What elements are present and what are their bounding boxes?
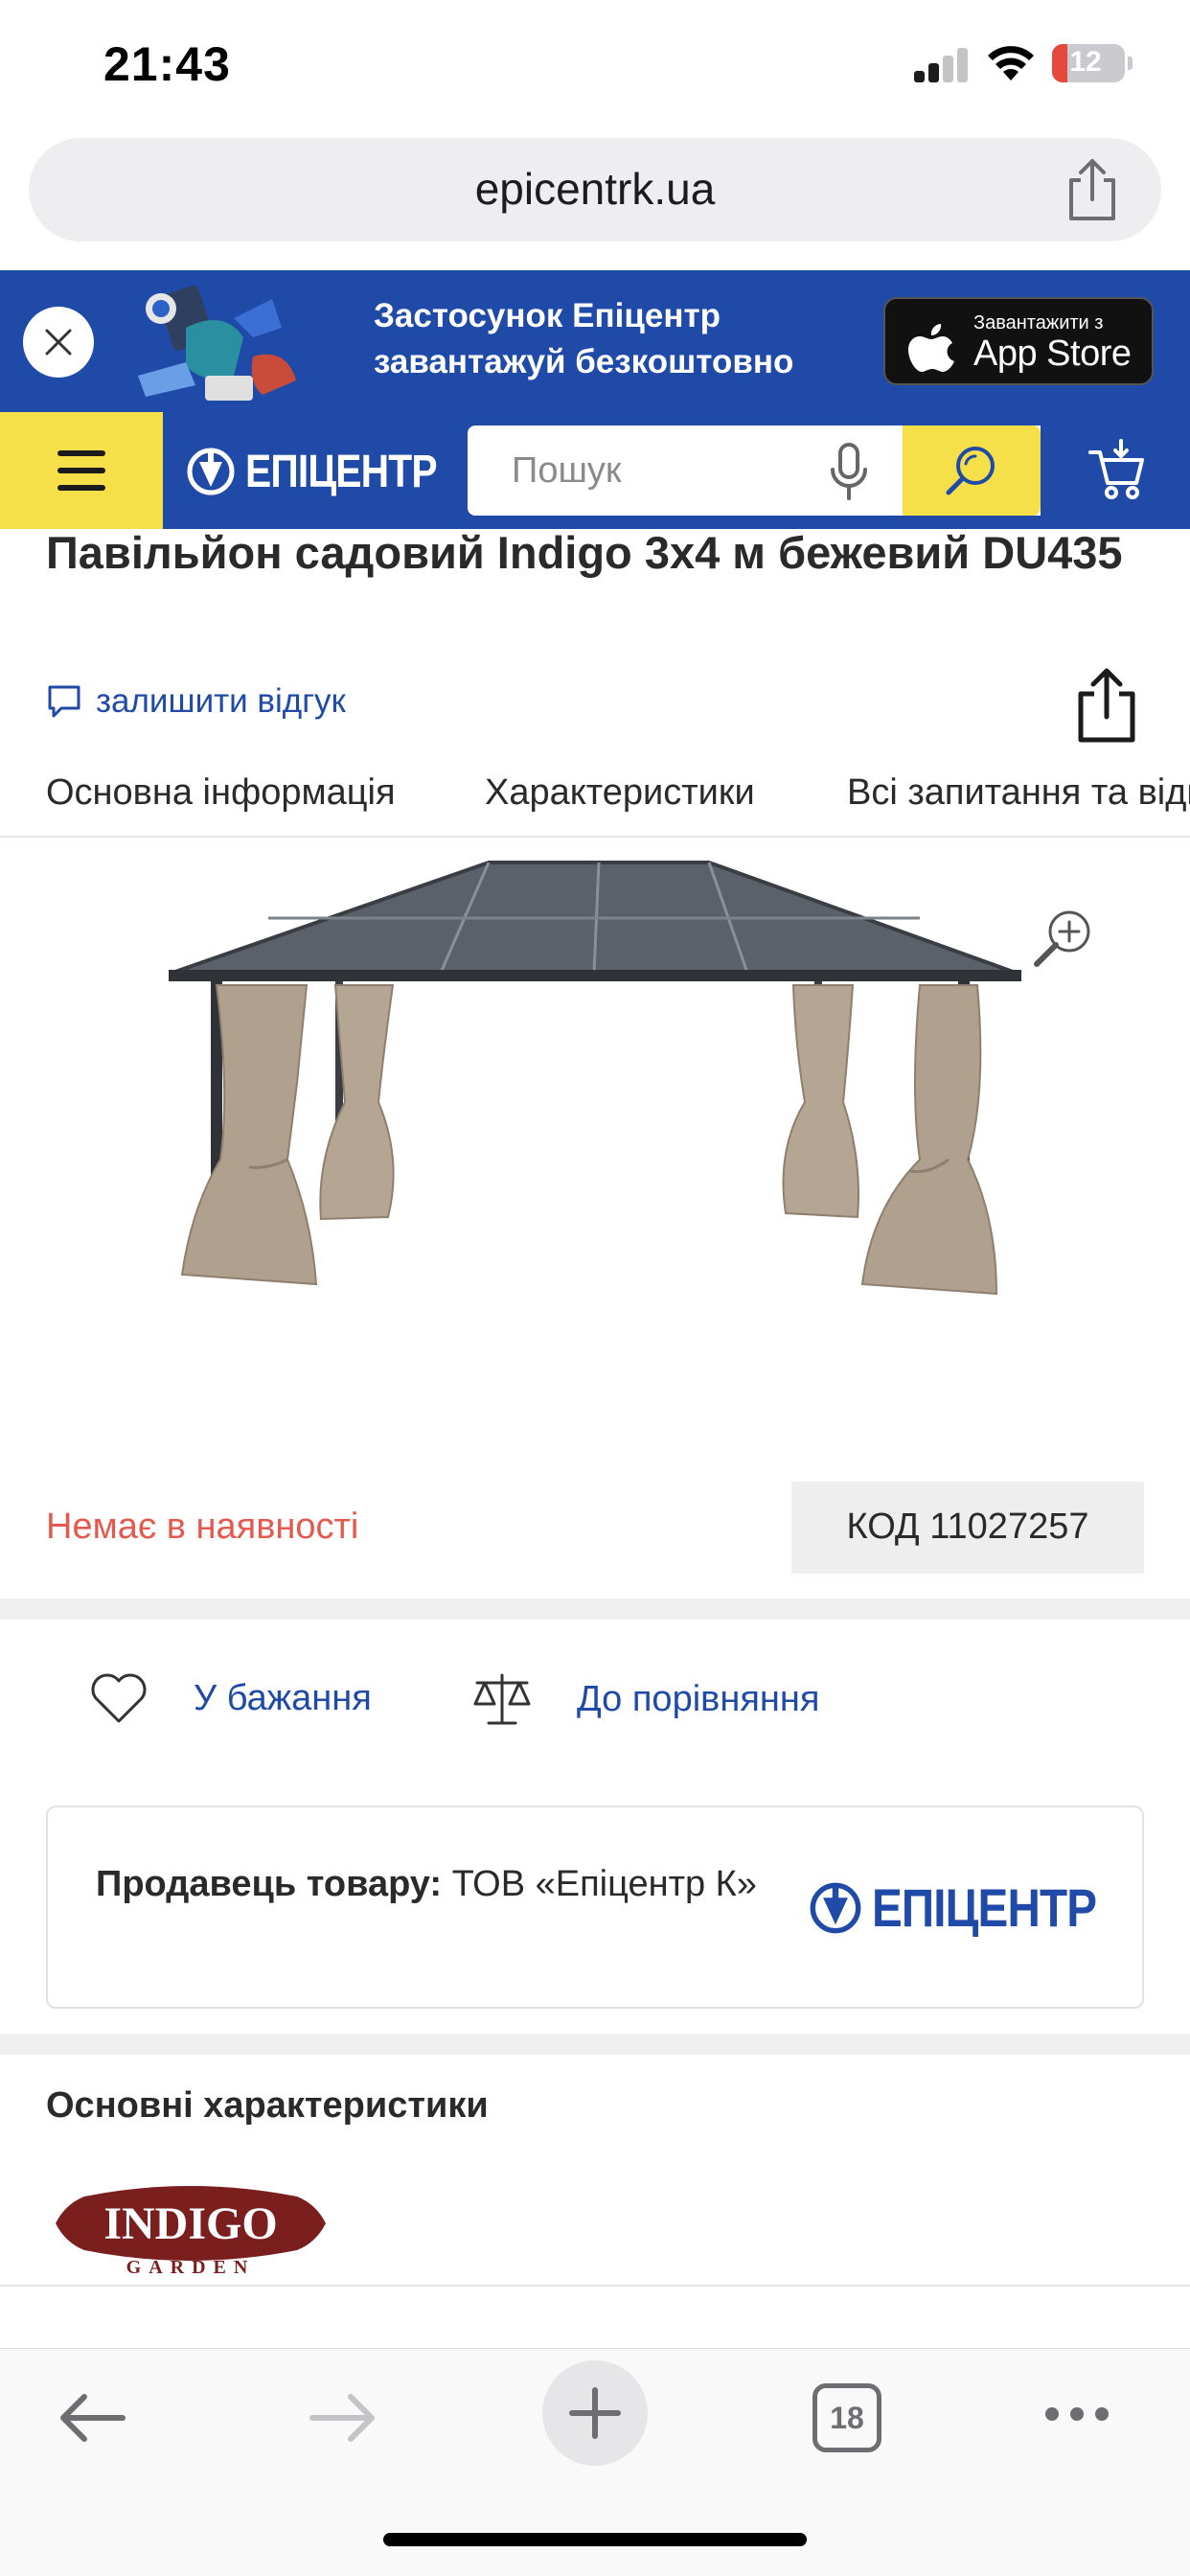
banner-text: Застосунок Епіцентр завантажуй безкоштов… bbox=[374, 293, 793, 385]
new-tab-button[interactable] bbox=[542, 2360, 648, 2466]
tabs-icon[interactable]: 18 bbox=[812, 2383, 881, 2452]
forward-arrow-icon[interactable] bbox=[307, 2387, 379, 2449]
seller-info: Продавець товару: ТОВ «Епіцентр К» bbox=[96, 1857, 767, 1911]
more-icon[interactable] bbox=[1042, 2404, 1111, 2424]
section-divider bbox=[0, 2034, 1190, 2055]
add-to-wishlist-button[interactable]: У бажання bbox=[88, 1671, 372, 1725]
add-to-compare-button[interactable]: До порівняння bbox=[471, 1671, 819, 1727]
menu-icon bbox=[57, 450, 105, 456]
epicentr-logo-icon bbox=[187, 448, 235, 495]
tab-characteristics[interactable]: Характеристики bbox=[485, 772, 755, 814]
battery-icon: 12 bbox=[1052, 44, 1133, 82]
seller-logo: ЕПІЦЕНТР bbox=[809, 1876, 1135, 1939]
back-arrow-icon[interactable] bbox=[56, 2387, 128, 2449]
brand-logo-text: INDIGO bbox=[103, 2198, 277, 2249]
seller-logo-text: ЕПІЦЕНТР bbox=[872, 1877, 1097, 1938]
cart-icon[interactable] bbox=[1088, 439, 1146, 500]
product-image[interactable] bbox=[153, 843, 1035, 1399]
logo-text: ЕПІЦЕНТР bbox=[245, 446, 438, 497]
leave-review-link[interactable]: залишити відгук bbox=[46, 682, 346, 721]
app-download-banner: Застосунок Епіцентр завантажуй безкоштов… bbox=[0, 270, 1190, 412]
search-placeholder: Пошук bbox=[512, 450, 622, 491]
tab-questions-reviews[interactable]: Всі запитання та відгуки bbox=[847, 772, 1190, 814]
zoom-in-icon[interactable] bbox=[1031, 907, 1094, 970]
wishlist-label: У бажання bbox=[194, 1677, 372, 1718]
specs-title: Основні характеристики bbox=[46, 2085, 489, 2126]
close-banner-button[interactable] bbox=[23, 307, 94, 378]
product-title: Павільйон садовий Indigo 3х4 м бежевий D… bbox=[46, 527, 1123, 578]
url-text[interactable]: epicentrk.ua bbox=[29, 163, 1161, 215]
menu-button[interactable] bbox=[0, 412, 163, 529]
site-header: ЕПІЦЕНТР Пошук bbox=[0, 412, 1190, 529]
address-bar[interactable]: epicentrk.ua bbox=[29, 138, 1161, 242]
seller-name: ТОВ «Епіцентр К» bbox=[451, 1864, 757, 1904]
heart-icon bbox=[91, 1673, 147, 1723]
status-time: 21:43 bbox=[103, 37, 231, 91]
app-store-label: App Store bbox=[973, 334, 1132, 374]
leave-review-label: залишити відгук bbox=[96, 682, 346, 720]
banner-line-2: завантажуй безкоштовно bbox=[374, 343, 794, 380]
banner-line-1: Застосунок Епіцентр bbox=[374, 297, 721, 334]
seller-label: Продавець товару: bbox=[96, 1864, 443, 1904]
epicentr-logo-icon bbox=[810, 1882, 861, 1933]
product-tabs: Основна інформація Характеристики Всі за… bbox=[0, 767, 1190, 838]
section-divider bbox=[0, 1598, 1190, 1620]
home-indicator bbox=[383, 2533, 807, 2546]
status-bar: 21:43 12 bbox=[0, 0, 1190, 134]
app-store-button[interactable]: Завантажити з App Store bbox=[883, 297, 1154, 385]
banner-products-illustration bbox=[138, 286, 296, 401]
search-icon bbox=[946, 447, 995, 495]
availability-status: Немає в наявності bbox=[46, 1506, 359, 1547]
cellular-signal-icon bbox=[914, 46, 970, 82]
tab-main-info[interactable]: Основна інформація bbox=[46, 772, 396, 814]
compare-label: До порівняння bbox=[577, 1678, 820, 1719]
wifi-icon bbox=[988, 46, 1034, 80]
microphone-icon[interactable] bbox=[828, 443, 870, 500]
site-logo[interactable]: ЕПІЦЕНТР bbox=[186, 445, 470, 498]
product-code-badge: КОД 11027257 bbox=[791, 1482, 1144, 1574]
comment-icon bbox=[48, 685, 80, 718]
scales-icon bbox=[473, 1673, 531, 1725]
product-share-icon[interactable] bbox=[1075, 667, 1138, 744]
app-store-small-label: Завантажити з bbox=[973, 312, 1104, 334]
divider bbox=[0, 2285, 1190, 2287]
battery-percent: 12 bbox=[1069, 46, 1102, 78]
apple-icon bbox=[908, 324, 954, 372]
share-icon[interactable] bbox=[1062, 157, 1123, 222]
brand-logo-subtext: GARDEN bbox=[126, 2257, 256, 2278]
search-button[interactable] bbox=[903, 426, 1041, 516]
plus-icon bbox=[569, 2387, 621, 2439]
product-code: КОД 11027257 bbox=[846, 1506, 1089, 1547]
close-icon bbox=[45, 329, 72, 356]
seller-card: Продавець товару: ТОВ «Епіцентр К» ЕПІЦЕ… bbox=[46, 1806, 1144, 2009]
indigo-brand-logo[interactable]: INDIGO GARDEN bbox=[46, 2175, 335, 2281]
